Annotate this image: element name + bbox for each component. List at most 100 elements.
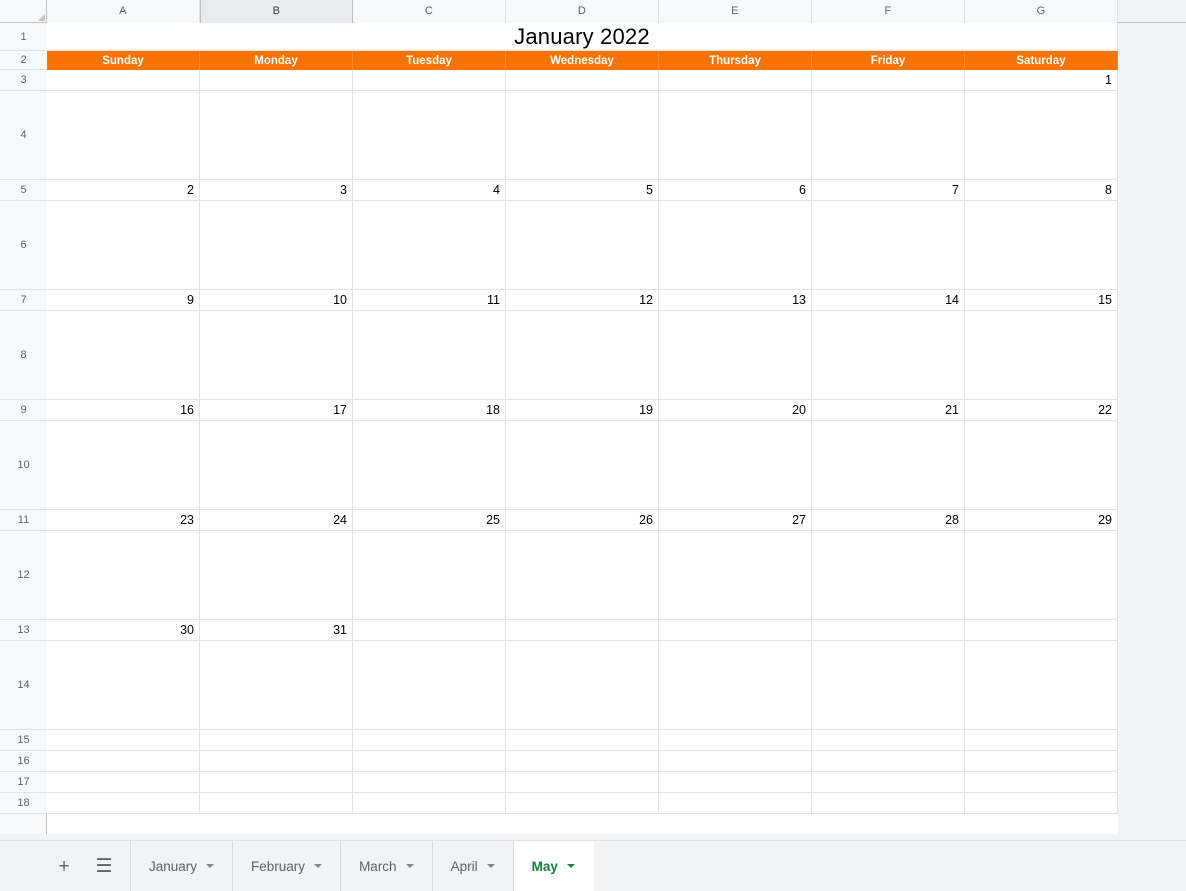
day-header-sunday[interactable]: Sunday — [47, 51, 200, 70]
row-header-2[interactable]: 2 — [0, 51, 47, 70]
event-cell[interactable] — [353, 201, 506, 290]
event-cell[interactable] — [965, 531, 1118, 620]
event-cell[interactable] — [353, 311, 506, 400]
event-cell[interactable] — [47, 531, 200, 620]
empty-cell[interactable] — [47, 793, 200, 814]
date-cell-5[interactable]: 5 — [506, 180, 659, 201]
date-cell-15[interactable]: 15 — [965, 290, 1118, 311]
date-cell-28[interactable]: 28 — [812, 510, 965, 531]
date-cell-27[interactable]: 27 — [659, 510, 812, 531]
date-cell-22[interactable]: 22 — [965, 400, 1118, 421]
empty-cell[interactable] — [812, 730, 965, 751]
event-cell[interactable] — [200, 531, 353, 620]
event-cell[interactable] — [965, 311, 1118, 400]
event-cell[interactable] — [47, 641, 200, 730]
cell-canvas[interactable]: January 2022 Sunday Monday Tuesday Wednesda… — [47, 23, 1118, 840]
date-cell-26[interactable]: 26 — [506, 510, 659, 531]
empty-cell[interactable] — [353, 751, 506, 772]
empty-cell[interactable] — [200, 751, 353, 772]
event-cell[interactable] — [659, 531, 812, 620]
event-cell[interactable] — [659, 641, 812, 730]
empty-cell[interactable] — [353, 793, 506, 814]
empty-cell[interactable] — [965, 772, 1118, 793]
day-header-wednesday[interactable]: Wednesday — [506, 51, 659, 70]
row-header-1[interactable]: 1 — [0, 23, 47, 51]
sheet-tab-january[interactable]: January — [131, 841, 234, 891]
date-cell-3[interactable]: 3 — [200, 180, 353, 201]
event-cell[interactable] — [812, 91, 965, 180]
spreadsheet-grid[interactable]: ABCDEFG 1 2 3 4 5 6 7 8 9 10 11 12 13 14 15 16 17 18 Janu… — [0, 0, 1186, 840]
event-cell[interactable] — [353, 421, 506, 510]
date-cell-empty[interactable] — [47, 70, 200, 91]
date-cell-21[interactable]: 21 — [812, 400, 965, 421]
event-cell[interactable] — [506, 201, 659, 290]
date-cell-31[interactable]: 31 — [200, 620, 353, 641]
event-cell[interactable] — [47, 91, 200, 180]
sheet-tab-bar[interactable]: + ☰ January February March April May — [0, 840, 1186, 891]
date-cell-20[interactable]: 20 — [659, 400, 812, 421]
date-cell-23[interactable]: 23 — [47, 510, 200, 531]
event-cell[interactable] — [965, 91, 1118, 180]
event-cell[interactable] — [200, 201, 353, 290]
column-header-f[interactable]: F — [812, 0, 965, 23]
row-header-7[interactable]: 7 — [0, 290, 47, 311]
empty-cell[interactable] — [200, 793, 353, 814]
date-cell-1[interactable]: 1 — [965, 70, 1118, 91]
date-cell-empty[interactable] — [965, 620, 1118, 641]
event-cell[interactable] — [812, 641, 965, 730]
date-cell-empty[interactable] — [659, 70, 812, 91]
date-cell-empty[interactable] — [506, 70, 659, 91]
empty-cell[interactable] — [812, 772, 965, 793]
row-header-9[interactable]: 9 — [0, 400, 47, 421]
date-cell-empty[interactable] — [812, 620, 965, 641]
event-cell[interactable] — [506, 641, 659, 730]
empty-cell[interactable] — [965, 751, 1118, 772]
event-cell[interactable] — [659, 421, 812, 510]
event-cell[interactable] — [200, 641, 353, 730]
event-cell[interactable] — [812, 311, 965, 400]
row-header-12[interactable]: 12 — [0, 531, 47, 620]
empty-cell[interactable] — [47, 772, 200, 793]
sheet-tabs[interactable]: January February March April May — [131, 841, 594, 891]
row-header-14[interactable]: 14 — [0, 641, 47, 730]
calendar-title[interactable]: January 2022 — [47, 23, 1118, 51]
event-cell[interactable] — [506, 531, 659, 620]
empty-cell[interactable] — [506, 751, 659, 772]
empty-cell[interactable] — [812, 751, 965, 772]
date-cell-13[interactable]: 13 — [659, 290, 812, 311]
empty-cell[interactable] — [353, 730, 506, 751]
row-header-11[interactable]: 11 — [0, 510, 47, 531]
date-cell-30[interactable]: 30 — [47, 620, 200, 641]
column-header-e[interactable]: E — [659, 0, 812, 23]
chevron-down-icon[interactable] — [206, 864, 215, 868]
event-cell[interactable] — [47, 201, 200, 290]
select-all-corner[interactable] — [0, 0, 47, 23]
row-header-8[interactable]: 8 — [0, 311, 47, 400]
date-cell-9[interactable]: 9 — [47, 290, 200, 311]
chevron-down-icon[interactable] — [405, 864, 414, 868]
event-cell[interactable] — [353, 91, 506, 180]
day-header-tuesday[interactable]: Tuesday — [353, 51, 506, 70]
date-cell-12[interactable]: 12 — [506, 290, 659, 311]
event-cell[interactable] — [353, 641, 506, 730]
date-cell-14[interactable]: 14 — [812, 290, 965, 311]
row-header-4[interactable]: 4 — [0, 91, 47, 180]
column-header-g[interactable]: G — [965, 0, 1118, 23]
event-cell[interactable] — [47, 421, 200, 510]
event-cell[interactable] — [812, 531, 965, 620]
empty-cell[interactable] — [659, 793, 812, 814]
day-header-friday[interactable]: Friday — [812, 51, 965, 70]
column-header-b[interactable]: B — [200, 0, 353, 23]
empty-cell[interactable] — [200, 772, 353, 793]
sheet-tab-april[interactable]: April — [433, 841, 514, 891]
event-cell[interactable] — [200, 421, 353, 510]
row-header-18[interactable]: 18 — [0, 793, 47, 814]
event-cell[interactable] — [659, 201, 812, 290]
row-header-15[interactable]: 15 — [0, 730, 47, 751]
column-header-a[interactable]: A — [47, 0, 200, 23]
event-cell[interactable] — [506, 91, 659, 180]
event-cell[interactable] — [965, 641, 1118, 730]
date-cell-16[interactable]: 16 — [47, 400, 200, 421]
event-cell[interactable] — [506, 311, 659, 400]
empty-cell[interactable] — [659, 730, 812, 751]
